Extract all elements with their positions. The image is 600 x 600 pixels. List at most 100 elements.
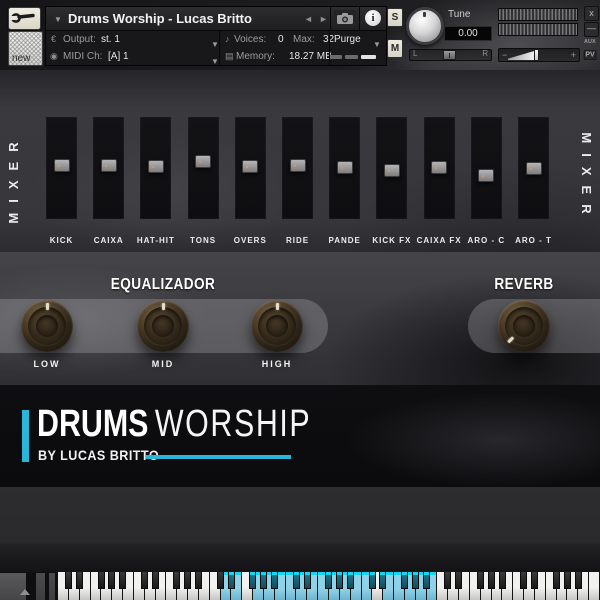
next-instrument-icon[interactable]: ► <box>319 14 328 24</box>
fader-handle[interactable] <box>53 159 70 172</box>
fader-handle[interactable] <box>147 160 164 173</box>
fader-handle[interactable] <box>289 159 306 172</box>
new-instrument-button[interactable]: new <box>8 31 43 66</box>
chevron-down-icon[interactable]: ▼ <box>54 15 62 24</box>
piano-keyboard[interactable] <box>58 572 600 600</box>
piano-black-key[interactable] <box>455 572 463 589</box>
fader-track[interactable] <box>46 117 77 219</box>
fader-handle[interactable] <box>525 162 542 175</box>
fader-handle[interactable] <box>100 159 117 172</box>
fader-handle[interactable] <box>431 161 448 174</box>
piano-black-key[interactable] <box>65 572 73 589</box>
fader-track[interactable] <box>140 117 172 219</box>
close-icon[interactable]: x <box>584 6 599 21</box>
piano-black-key[interactable] <box>97 572 105 589</box>
piano-black-key[interactable] <box>140 572 148 589</box>
fader-handle[interactable] <box>242 160 259 173</box>
fader-dot <box>293 165 296 167</box>
pan-handle[interactable] <box>443 50 456 60</box>
midi-dropdown-icon[interactable]: ▼ <box>211 53 219 70</box>
piano-black-key[interactable] <box>476 572 484 589</box>
piano-black-key[interactable] <box>151 572 159 589</box>
piano-black-key[interactable] <box>563 572 571 589</box>
volume-slider[interactable]: − + <box>498 48 580 62</box>
keyboard-scroll-bar[interactable] <box>49 573 55 600</box>
output-value[interactable]: st. 1 <box>101 31 120 48</box>
fader-handle[interactable] <box>336 161 353 174</box>
pan-slider[interactable]: L R <box>409 49 492 61</box>
logo-title-bold: DRUMS <box>37 403 149 445</box>
fader-track[interactable] <box>234 117 266 219</box>
piano-black-key-mapped[interactable] <box>271 572 278 589</box>
piano-black-key-mapped[interactable] <box>422 572 430 589</box>
fader-track[interactable] <box>329 117 361 219</box>
piano-black-key-mapped[interactable] <box>336 572 344 589</box>
minimize-icon[interactable]: — <box>584 22 599 37</box>
mute-button[interactable]: M <box>387 39 403 58</box>
piano-black-key-mapped[interactable] <box>401 572 409 589</box>
tune-value[interactable]: 0.00 <box>444 26 492 41</box>
piano-black-key-mapped[interactable] <box>346 572 354 589</box>
piano-black-key[interactable] <box>520 572 528 589</box>
piano-black-key-mapped[interactable] <box>411 572 419 589</box>
voices-icon: ♪ <box>225 34 230 44</box>
piano-black-key[interactable] <box>108 572 116 589</box>
keyboard-left-panel[interactable] <box>0 573 26 600</box>
fader-track[interactable] <box>376 117 408 219</box>
purge-button[interactable]: Purge <box>334 31 361 48</box>
fader-handle[interactable] <box>383 164 400 177</box>
piano-black-key[interactable] <box>487 572 495 589</box>
eq-mid-knob[interactable] <box>137 300 189 352</box>
eq-high-knob[interactable] <box>251 300 303 352</box>
midi-value[interactable]: [A] 1 <box>108 48 129 65</box>
fader-handle[interactable] <box>195 155 212 168</box>
piano-black-key[interactable] <box>119 572 127 589</box>
info-button[interactable]: i <box>365 10 381 26</box>
pv-button[interactable]: PV <box>583 50 597 60</box>
snapshot-camera-button[interactable] <box>334 10 356 27</box>
mixer-right-label: MIXER <box>579 132 594 224</box>
wrench-button[interactable] <box>8 7 41 30</box>
piano-black-key[interactable] <box>552 572 560 589</box>
piano-black-key[interactable] <box>184 572 192 589</box>
piano-black-key-mapped[interactable] <box>292 572 300 589</box>
fader-track[interactable] <box>518 117 549 219</box>
piano-black-key-mapped[interactable] <box>303 572 311 589</box>
fader-track[interactable] <box>282 117 313 219</box>
fader-track[interactable] <box>93 117 125 219</box>
fader-dot <box>151 166 154 168</box>
fader-track[interactable] <box>470 117 502 219</box>
piano-black-key[interactable] <box>216 572 224 589</box>
aux-button[interactable]: AUX <box>584 38 596 44</box>
piano-black-key[interactable] <box>498 572 506 589</box>
fader-dot <box>387 170 390 172</box>
fader-track[interactable] <box>187 117 219 219</box>
logo-accent-line <box>146 455 291 459</box>
piano-black-key-mapped[interactable] <box>379 572 387 589</box>
volume-handle[interactable] <box>534 49 539 61</box>
keyboard-marker-icon <box>20 589 30 595</box>
piano-black-key-mapped[interactable] <box>227 572 235 589</box>
tune-knob[interactable] <box>406 7 444 45</box>
reverb-knob[interactable] <box>498 300 550 352</box>
piano-black-key-mapped[interactable] <box>249 572 257 589</box>
solo-button[interactable]: S <box>387 8 403 27</box>
new-button-label: new <box>12 53 31 64</box>
fader-track[interactable] <box>423 117 455 219</box>
piano-black-key[interactable] <box>444 572 452 589</box>
piano-black-key[interactable] <box>531 572 539 589</box>
piano-black-key[interactable] <box>574 572 582 589</box>
piano-black-key-mapped[interactable] <box>325 572 333 589</box>
title-bar[interactable]: ▼ Drums Worship - Lucas Britto ◄ ► i <box>46 7 386 31</box>
piano-black-key-mapped[interactable] <box>368 572 376 589</box>
piano-black-key[interactable] <box>195 572 203 589</box>
eq-low-knob[interactable] <box>21 300 73 352</box>
logo-title-light: WORSHIP <box>154 403 312 445</box>
fader-handle[interactable] <box>478 169 495 182</box>
piano-black-key[interactable] <box>173 572 181 589</box>
keyboard-scroll-bar[interactable] <box>36 573 45 600</box>
piano-key[interactable] <box>589 572 600 600</box>
piano-black-key[interactable] <box>75 572 83 589</box>
piano-black-key-mapped[interactable] <box>260 572 268 589</box>
prev-instrument-icon[interactable]: ◄ <box>304 14 313 24</box>
